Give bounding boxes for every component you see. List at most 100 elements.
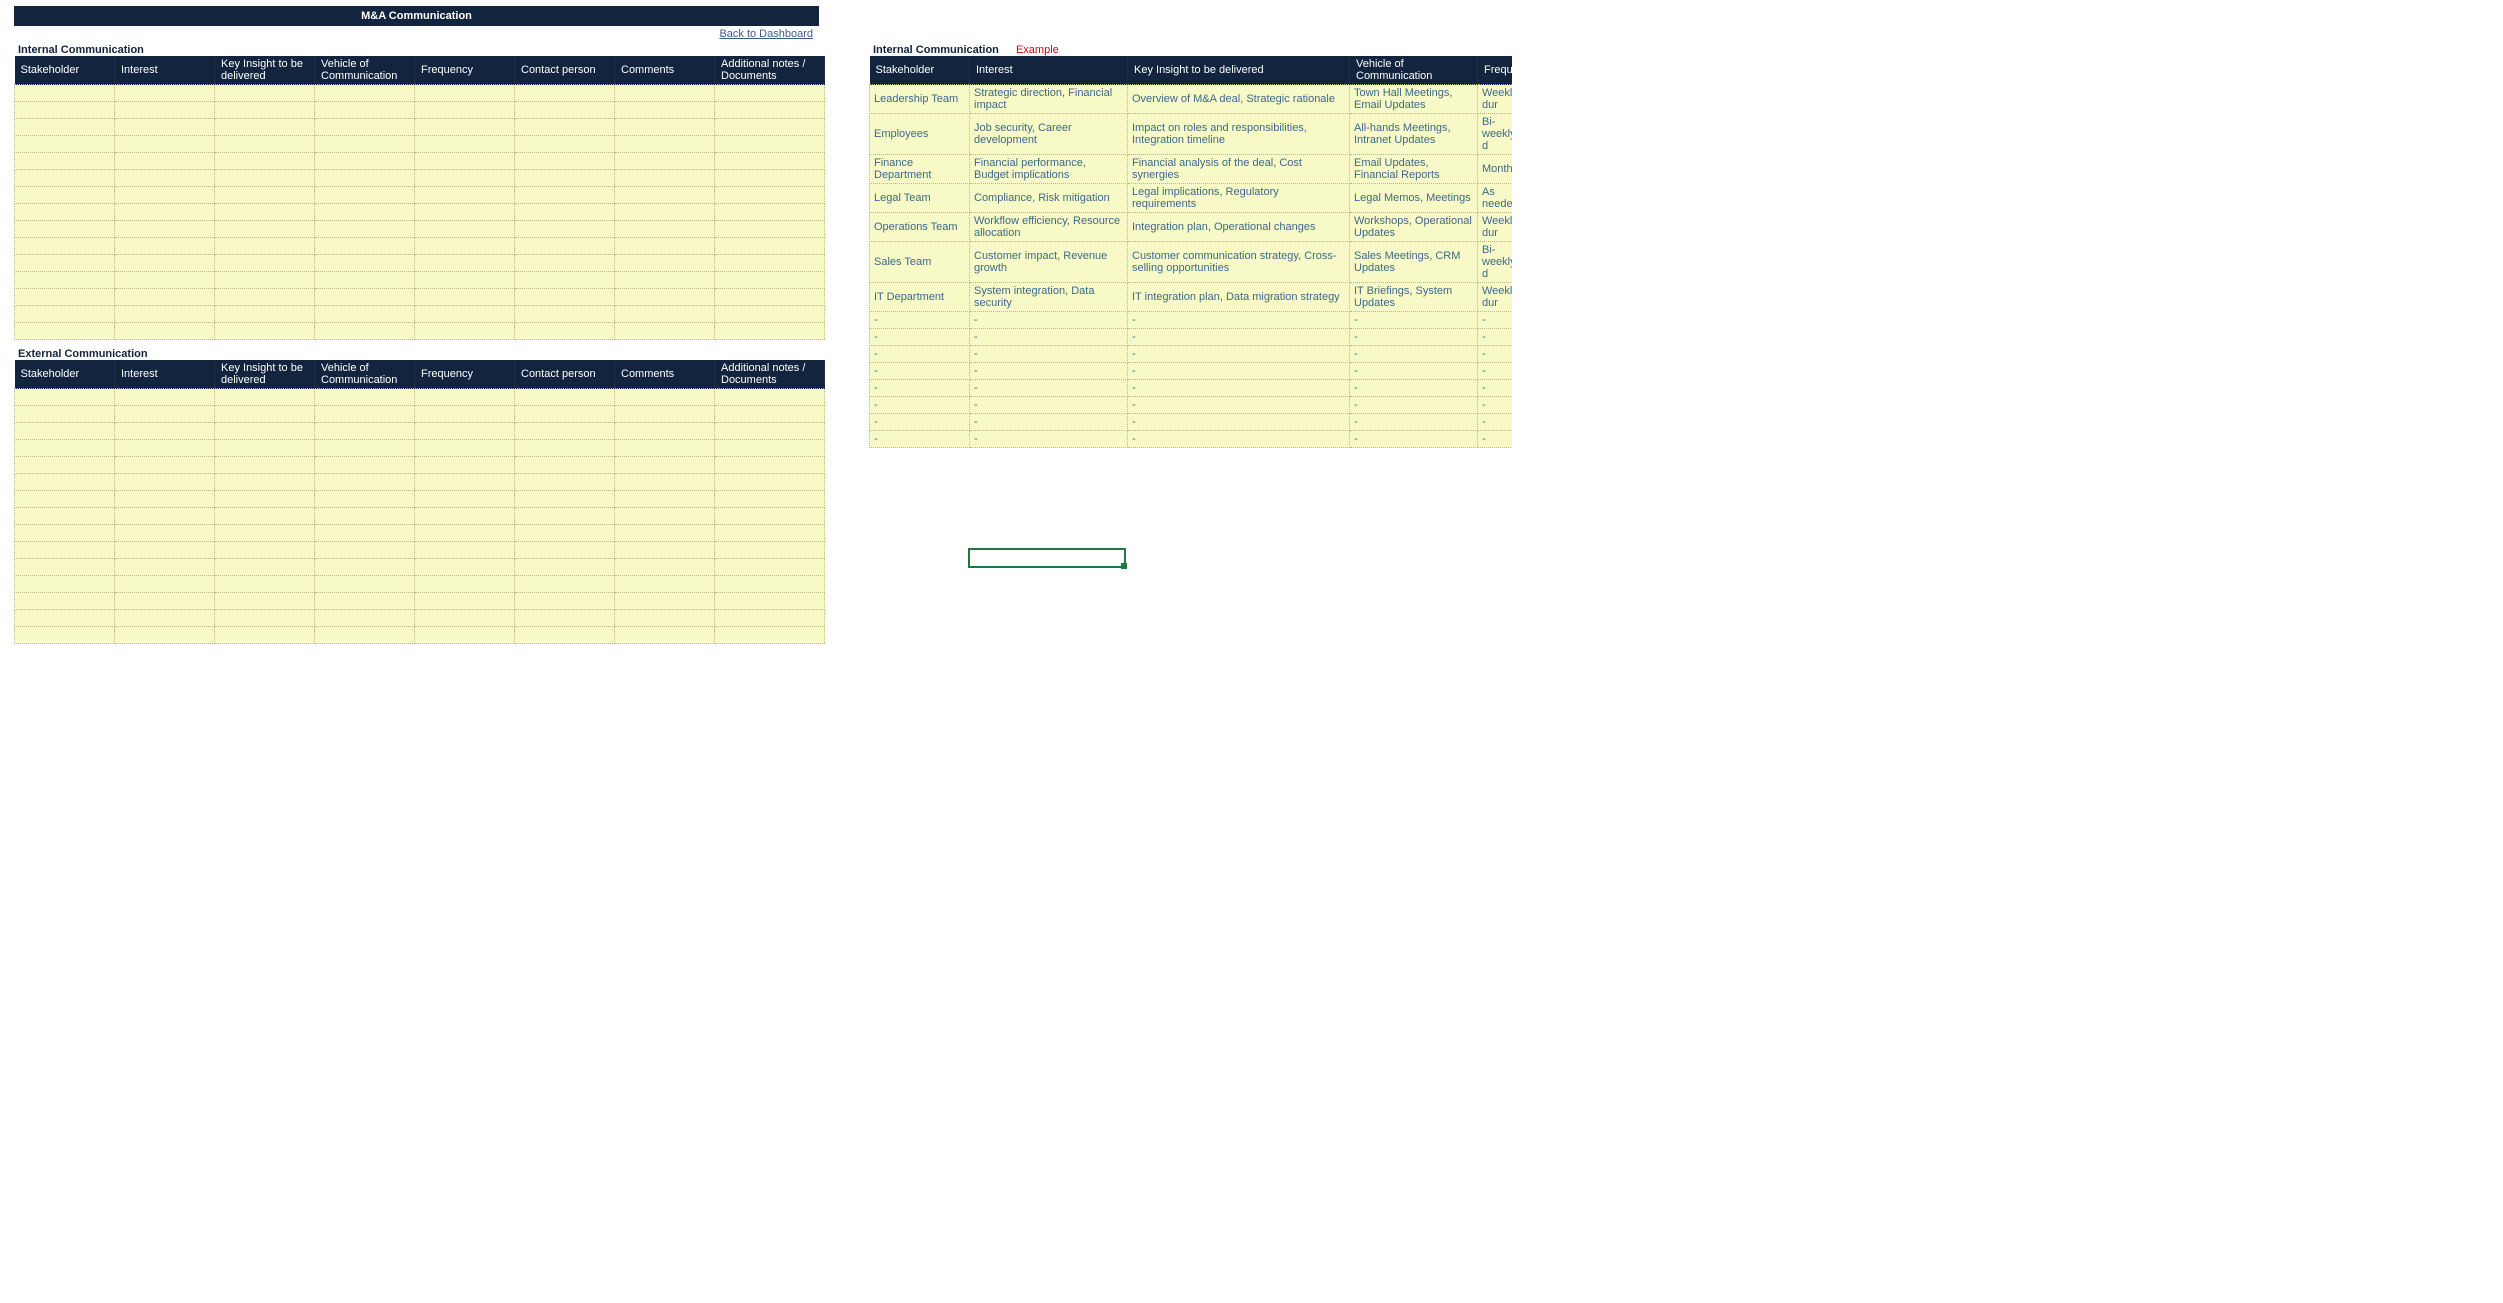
table-cell[interactable] (315, 102, 415, 119)
table-cell[interactable]: - (1350, 346, 1478, 363)
table-row[interactable] (15, 153, 825, 170)
table-cell[interactable] (515, 491, 615, 508)
table-cell[interactable] (315, 610, 415, 627)
table-cell[interactable] (615, 440, 715, 457)
table-cell[interactable] (715, 559, 825, 576)
table-cell[interactable] (415, 627, 515, 644)
table-cell[interactable] (515, 306, 615, 323)
table-cell[interactable] (215, 440, 315, 457)
table-cell[interactable] (215, 576, 315, 593)
table-cell[interactable] (615, 457, 715, 474)
table-cell[interactable] (15, 406, 115, 423)
column-header[interactable]: Comments (615, 56, 715, 85)
table-cell[interactable]: - (1478, 312, 1513, 329)
table-cell[interactable]: Town Hall Meetings, Email Updates (1350, 85, 1478, 114)
table-cell[interactable]: All-hands Meetings, Intranet Updates (1350, 114, 1478, 155)
cell-fill-handle[interactable] (1121, 563, 1127, 569)
table-cell[interactable] (515, 119, 615, 136)
table-cell[interactable]: Employees (870, 114, 970, 155)
table-cell[interactable] (715, 272, 825, 289)
column-header[interactable]: Frequency (1478, 56, 1513, 85)
table-row[interactable]: ----- (870, 414, 1513, 431)
table-cell[interactable] (315, 306, 415, 323)
table-cell[interactable] (415, 289, 515, 306)
table-cell[interactable]: - (1350, 380, 1478, 397)
table-cell[interactable]: Legal Memos, Meetings (1350, 184, 1478, 213)
table-cell[interactable]: - (870, 431, 970, 448)
table-cell[interactable] (615, 406, 715, 423)
table-cell[interactable] (715, 389, 825, 406)
table-row[interactable] (15, 457, 825, 474)
table-cell[interactable]: - (1128, 329, 1350, 346)
column-header[interactable]: Additional notes / Documents (715, 56, 825, 85)
table-cell[interactable]: - (1350, 329, 1478, 346)
table-cell[interactable] (515, 289, 615, 306)
table-cell[interactable]: - (1478, 414, 1513, 431)
column-header[interactable]: Stakeholder (870, 56, 970, 85)
table-cell[interactable] (15, 102, 115, 119)
table-cell[interactable] (115, 457, 215, 474)
table-cell[interactable] (415, 323, 515, 340)
table-cell[interactable] (15, 593, 115, 610)
table-cell[interactable] (515, 440, 615, 457)
table-cell[interactable] (515, 389, 615, 406)
table-cell[interactable] (215, 119, 315, 136)
table-cell[interactable] (615, 238, 715, 255)
table-cell[interactable] (15, 423, 115, 440)
table-cell[interactable]: - (870, 414, 970, 431)
table-cell[interactable] (515, 221, 615, 238)
table-cell[interactable] (415, 593, 515, 610)
table-cell[interactable] (215, 474, 315, 491)
table-cell[interactable]: - (1350, 397, 1478, 414)
table-cell[interactable]: - (1128, 431, 1350, 448)
table-cell[interactable] (515, 204, 615, 221)
table-cell[interactable]: Sales Meetings, CRM Updates (1350, 242, 1478, 283)
column-header[interactable]: Interest (115, 56, 215, 85)
table-cell[interactable] (315, 221, 415, 238)
table-cell[interactable] (615, 255, 715, 272)
table-cell[interactable]: - (870, 397, 970, 414)
table-cell[interactable]: Workshops, Operational Updates (1350, 213, 1478, 242)
table-cell[interactable] (15, 153, 115, 170)
table-row[interactable] (15, 323, 825, 340)
table-cell[interactable] (515, 525, 615, 542)
table-cell[interactable] (15, 306, 115, 323)
table-cell[interactable] (115, 423, 215, 440)
table-cell[interactable] (15, 610, 115, 627)
table-row[interactable]: ----- (870, 312, 1513, 329)
table-row[interactable] (15, 406, 825, 423)
table-cell[interactable] (715, 170, 825, 187)
table-row[interactable]: ----- (870, 346, 1513, 363)
table-cell[interactable] (515, 508, 615, 525)
table-cell[interactable] (115, 170, 215, 187)
table-cell[interactable]: Weekly dur (1478, 85, 1513, 114)
table-cell[interactable] (415, 423, 515, 440)
table-cell[interactable]: Strategic direction, Financial impact (970, 85, 1128, 114)
table-cell[interactable] (415, 542, 515, 559)
table-cell[interactable] (15, 136, 115, 153)
table-row[interactable] (15, 389, 825, 406)
table-row[interactable] (15, 508, 825, 525)
table-cell[interactable] (415, 187, 515, 204)
table-row[interactable]: ----- (870, 329, 1513, 346)
table-cell[interactable]: Customer impact, Revenue growth (970, 242, 1128, 283)
table-cell[interactable] (215, 491, 315, 508)
table-cell[interactable] (515, 136, 615, 153)
table-cell[interactable] (215, 255, 315, 272)
table-cell[interactable] (15, 559, 115, 576)
table-cell[interactable] (315, 559, 415, 576)
table-cell[interactable] (415, 610, 515, 627)
table-cell[interactable] (315, 508, 415, 525)
table-cell[interactable] (215, 136, 315, 153)
table-cell[interactable] (415, 576, 515, 593)
table-cell[interactable] (415, 170, 515, 187)
table-cell[interactable] (715, 542, 825, 559)
table-cell[interactable] (415, 389, 515, 406)
table-cell[interactable] (315, 255, 415, 272)
table-cell[interactable] (515, 323, 615, 340)
column-header[interactable]: Stakeholder (15, 56, 115, 85)
table-cell[interactable]: - (1128, 346, 1350, 363)
table-row[interactable] (15, 221, 825, 238)
table-row[interactable] (15, 559, 825, 576)
table-cell[interactable] (315, 85, 415, 102)
